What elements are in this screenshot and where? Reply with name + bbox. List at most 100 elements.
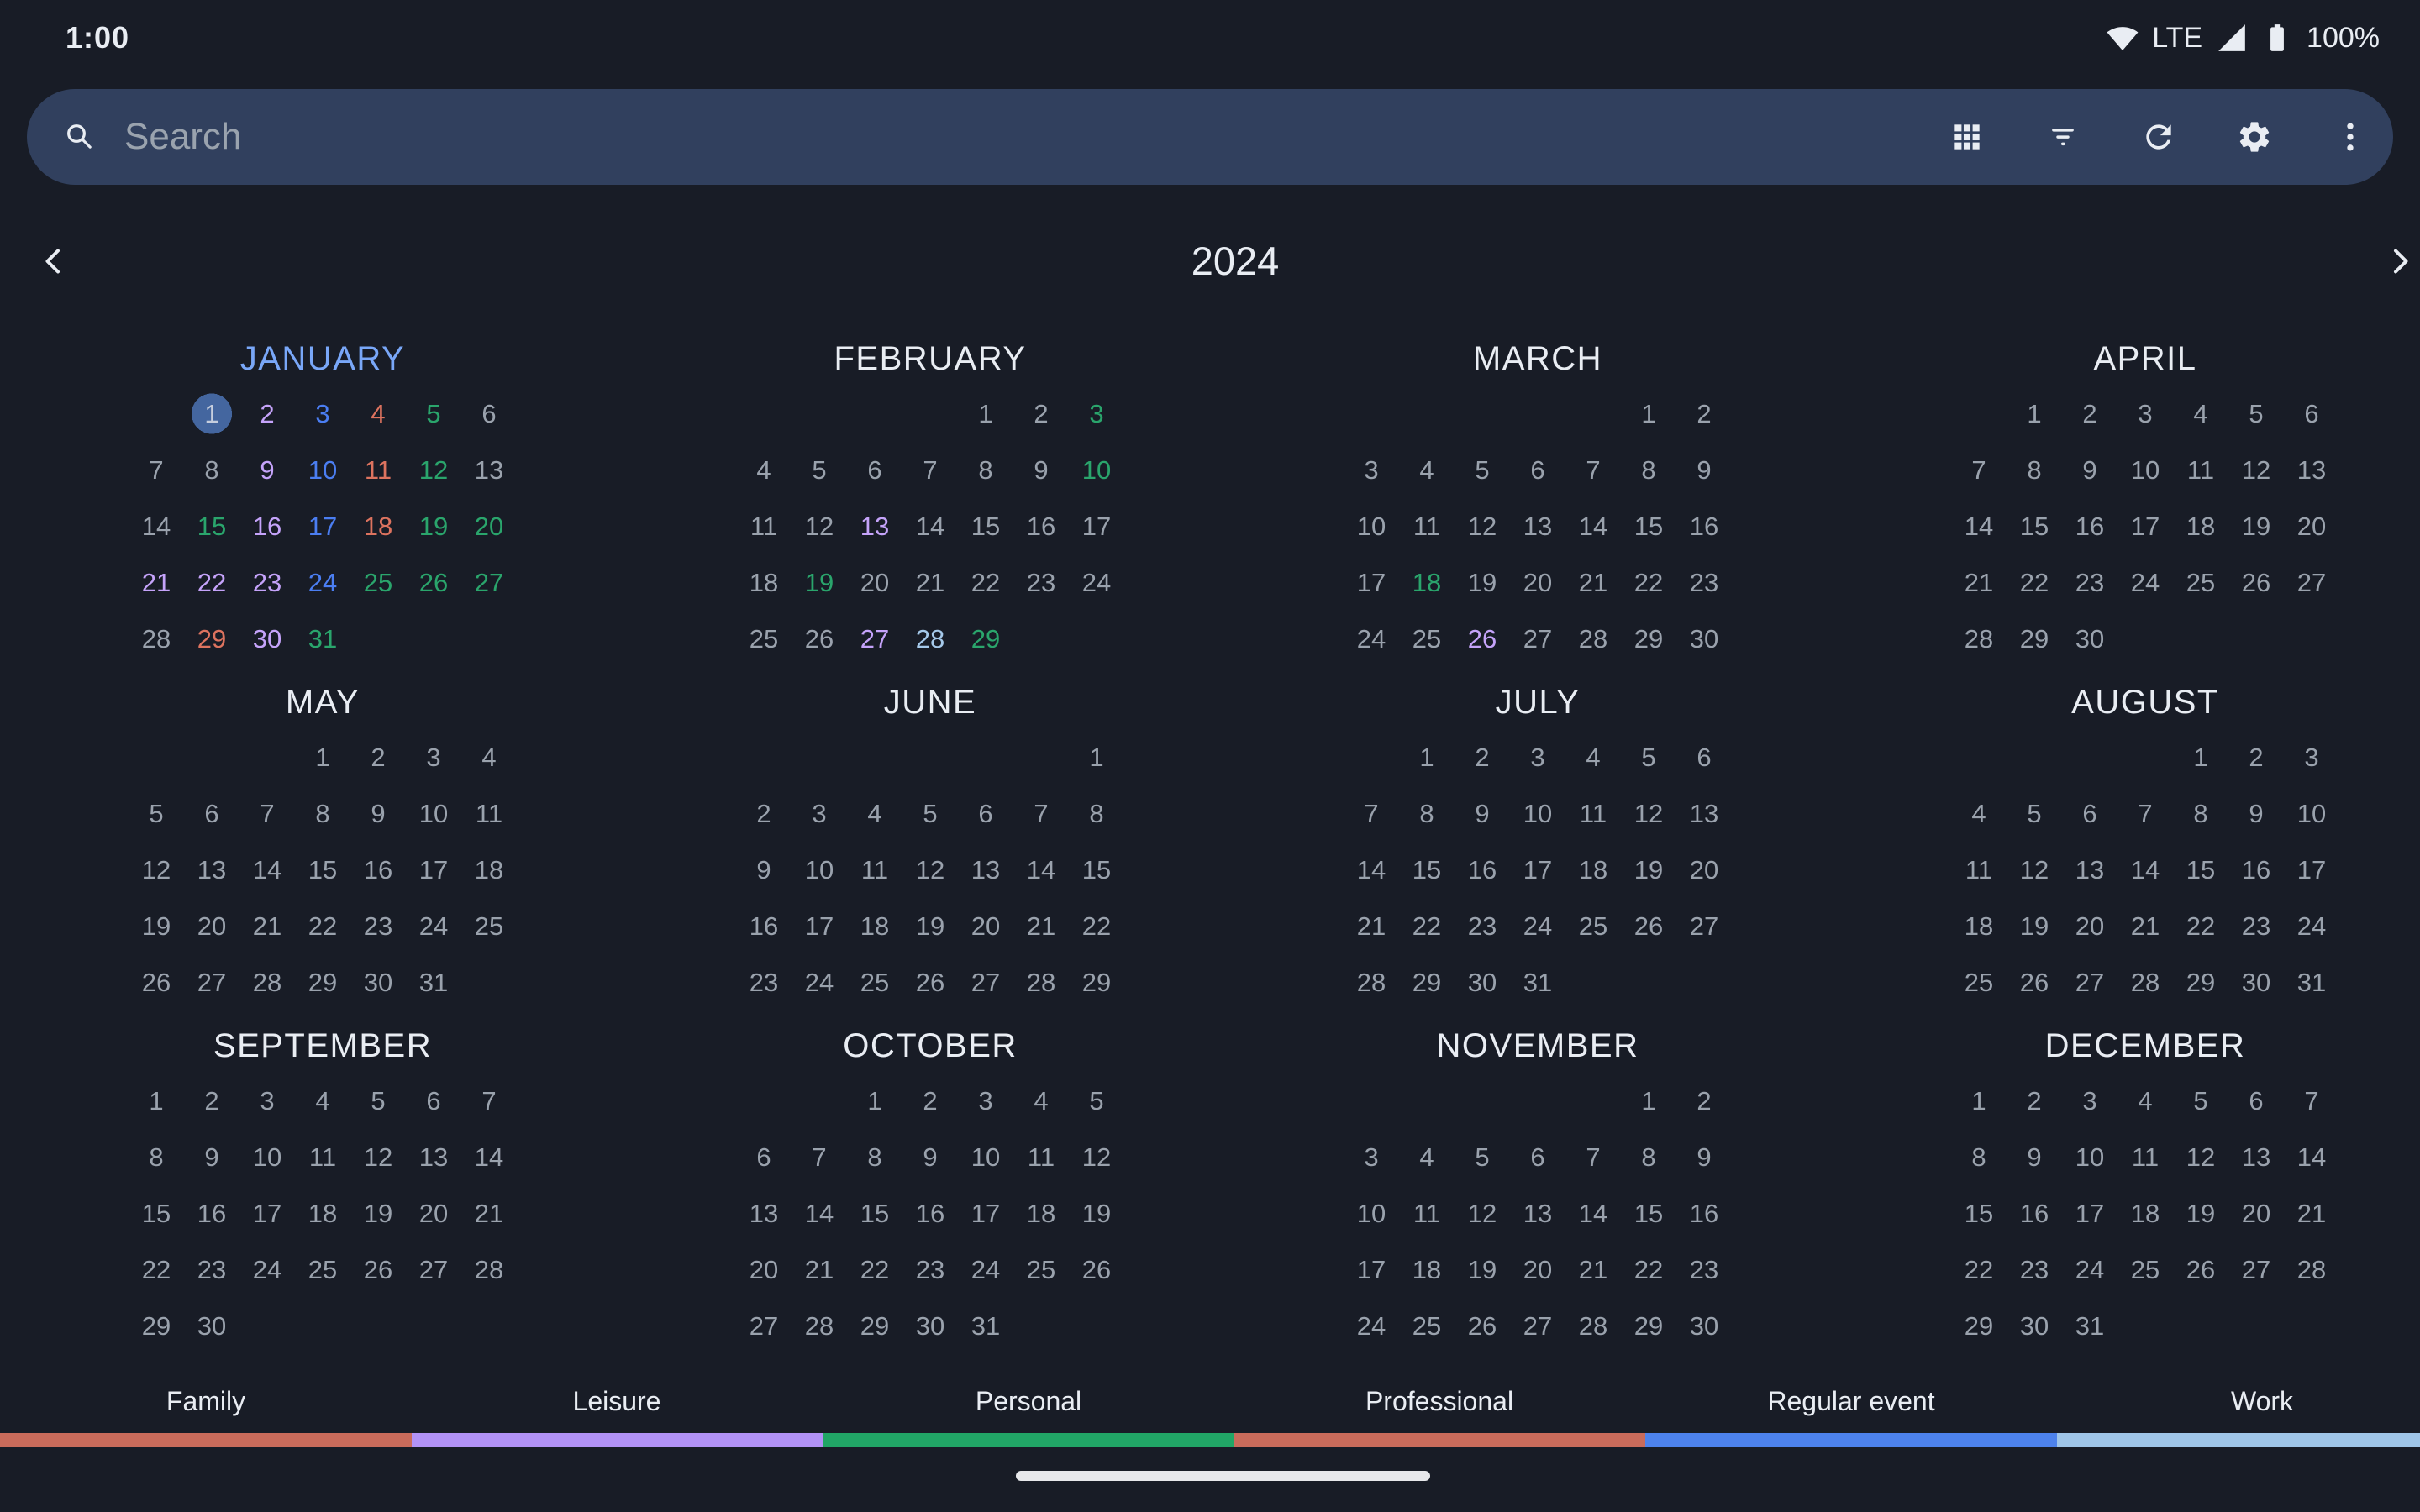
day-cell[interactable]: 8 — [1951, 1129, 2007, 1185]
day-cell[interactable]: 28 — [2284, 1242, 2339, 1298]
day-cell[interactable]: 26 — [1455, 611, 1510, 667]
day-cell[interactable]: 6 — [2062, 785, 2118, 842]
day-cell[interactable]: 1 — [184, 386, 239, 442]
day-cell[interactable]: 10 — [1344, 1185, 1399, 1242]
day-cell[interactable]: 2 — [1455, 729, 1510, 785]
day-cell[interactable]: 13 — [1676, 785, 1732, 842]
day-cell[interactable]: 11 — [350, 442, 406, 498]
day-cell[interactable]: 27 — [847, 611, 902, 667]
day-cell[interactable]: 6 — [184, 785, 239, 842]
day-cell[interactable]: 5 — [2173, 1073, 2228, 1129]
day-cell[interactable]: 19 — [1455, 1242, 1510, 1298]
day-cell[interactable]: 8 — [184, 442, 239, 498]
day-cell[interactable]: 16 — [1676, 498, 1732, 554]
day-cell[interactable]: 21 — [1344, 898, 1399, 954]
day-cell[interactable]: 25 — [1013, 1242, 1069, 1298]
day-cell[interactable]: 19 — [1069, 1185, 1124, 1242]
day-cell[interactable]: 27 — [1676, 898, 1732, 954]
day-cell[interactable]: 29 — [847, 1298, 902, 1354]
day-cell[interactable]: 2 — [902, 1073, 958, 1129]
day-cell[interactable]: 12 — [129, 842, 184, 898]
day-cell[interactable]: 3 — [1510, 729, 1565, 785]
day-cell[interactable]: 30 — [902, 1298, 958, 1354]
day-cell[interactable]: 5 — [2007, 785, 2062, 842]
day-cell[interactable]: 18 — [295, 1185, 350, 1242]
day-cell[interactable]: 29 — [2173, 954, 2228, 1011]
day-cell[interactable]: 9 — [350, 785, 406, 842]
day-cell[interactable]: 30 — [1455, 954, 1510, 1011]
day-cell[interactable]: 27 — [406, 1242, 461, 1298]
day-cell[interactable]: 18 — [847, 898, 902, 954]
day-cell[interactable]: 13 — [736, 1185, 792, 1242]
day-cell[interactable]: 12 — [406, 442, 461, 498]
day-cell[interactable]: 19 — [2228, 498, 2284, 554]
day-cell[interactable]: 6 — [847, 442, 902, 498]
day-cell[interactable]: 30 — [1676, 611, 1732, 667]
day-cell[interactable]: 8 — [847, 1129, 902, 1185]
day-cell[interactable]: 26 — [902, 954, 958, 1011]
day-cell[interactable]: 19 — [902, 898, 958, 954]
day-cell[interactable]: 17 — [1344, 554, 1399, 611]
day-cell[interactable]: 26 — [2228, 554, 2284, 611]
day-cell[interactable]: 5 — [1621, 729, 1676, 785]
day-cell[interactable]: 15 — [1951, 1185, 2007, 1242]
refresh-icon[interactable] — [2139, 118, 2178, 156]
day-cell[interactable]: 18 — [1399, 554, 1455, 611]
day-cell[interactable]: 2 — [736, 785, 792, 842]
day-cell[interactable]: 20 — [2284, 498, 2339, 554]
day-cell[interactable]: 9 — [736, 842, 792, 898]
day-cell[interactable]: 28 — [1951, 611, 2007, 667]
day-cell[interactable]: 3 — [792, 785, 847, 842]
day-cell[interactable]: 13 — [2228, 1129, 2284, 1185]
day-cell[interactable]: 22 — [1069, 898, 1124, 954]
day-cell[interactable]: 13 — [461, 442, 517, 498]
day-cell[interactable]: 29 — [1069, 954, 1124, 1011]
day-cell[interactable]: 12 — [1455, 498, 1510, 554]
day-cell[interactable]: 16 — [184, 1185, 239, 1242]
day-cell[interactable]: 9 — [239, 442, 295, 498]
day-cell[interactable]: 16 — [736, 898, 792, 954]
day-cell[interactable]: 4 — [2173, 386, 2228, 442]
day-cell[interactable]: 2 — [239, 386, 295, 442]
day-cell[interactable]: 23 — [1676, 1242, 1732, 1298]
day-cell[interactable]: 30 — [184, 1298, 239, 1354]
day-cell[interactable]: 23 — [1013, 554, 1069, 611]
day-cell[interactable]: 21 — [1951, 554, 2007, 611]
day-cell[interactable]: 14 — [1565, 498, 1621, 554]
month-title[interactable]: FEBRUARY — [736, 332, 1124, 386]
month-title[interactable]: JANUARY — [129, 332, 517, 386]
day-cell[interactable]: 31 — [2062, 1298, 2118, 1354]
day-cell[interactable]: 31 — [958, 1298, 1013, 1354]
day-cell[interactable]: 5 — [792, 442, 847, 498]
day-cell[interactable]: 10 — [792, 842, 847, 898]
day-cell[interactable]: 6 — [1510, 442, 1565, 498]
day-cell[interactable]: 10 — [1069, 442, 1124, 498]
day-cell[interactable]: 14 — [1013, 842, 1069, 898]
month-title[interactable]: DECEMBER — [1951, 1019, 2339, 1073]
day-cell[interactable]: 12 — [902, 842, 958, 898]
day-cell[interactable]: 28 — [129, 611, 184, 667]
day-cell[interactable]: 24 — [2062, 1242, 2118, 1298]
day-cell[interactable]: 14 — [1565, 1185, 1621, 1242]
day-cell[interactable]: 31 — [406, 954, 461, 1011]
day-cell[interactable]: 26 — [792, 611, 847, 667]
day-cell[interactable]: 18 — [1951, 898, 2007, 954]
day-cell[interactable]: 16 — [1676, 1185, 1732, 1242]
day-cell[interactable]: 11 — [1013, 1129, 1069, 1185]
day-cell[interactable]: 24 — [1069, 554, 1124, 611]
day-cell[interactable]: 22 — [958, 554, 1013, 611]
day-cell[interactable]: 3 — [2118, 386, 2173, 442]
day-cell[interactable]: 20 — [2062, 898, 2118, 954]
day-cell[interactable]: 22 — [129, 1242, 184, 1298]
day-cell[interactable]: 29 — [1399, 954, 1455, 1011]
day-cell[interactable]: 12 — [350, 1129, 406, 1185]
day-cell[interactable]: 31 — [295, 611, 350, 667]
day-cell[interactable]: 26 — [406, 554, 461, 611]
day-cell[interactable]: 13 — [1510, 498, 1565, 554]
day-cell[interactable]: 2 — [1676, 1073, 1732, 1129]
day-cell[interactable]: 9 — [184, 1129, 239, 1185]
day-cell[interactable]: 4 — [1565, 729, 1621, 785]
day-cell[interactable]: 17 — [295, 498, 350, 554]
day-cell[interactable]: 15 — [958, 498, 1013, 554]
day-cell[interactable]: 1 — [1069, 729, 1124, 785]
